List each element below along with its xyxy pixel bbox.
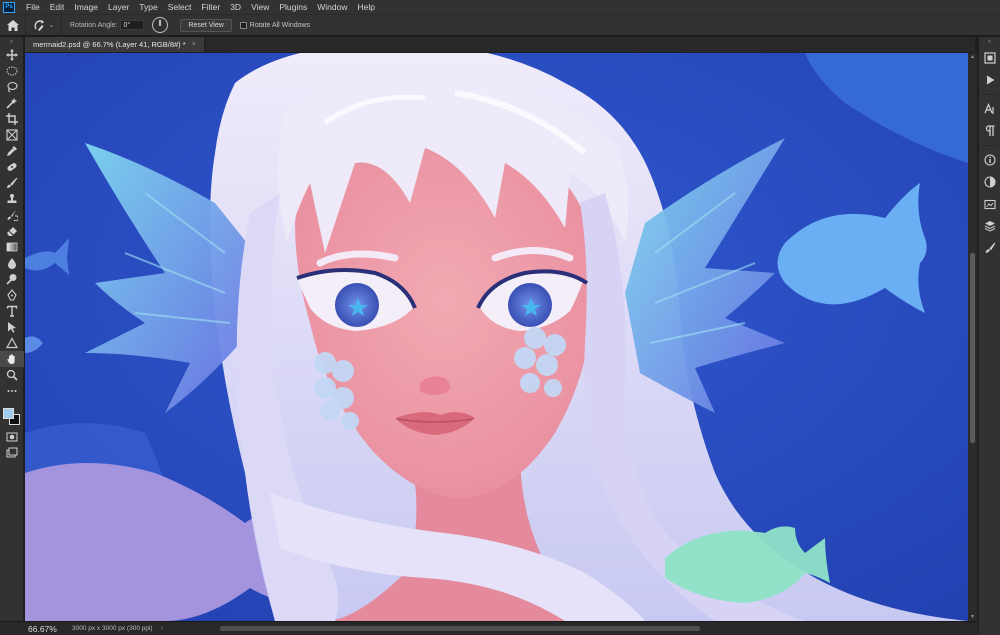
quick-select-icon[interactable] (0, 95, 24, 111)
brush-icon[interactable] (0, 175, 24, 191)
photoshop-logo: Ps (3, 1, 15, 13)
dodge-icon[interactable] (0, 271, 24, 287)
menu-type[interactable]: Type (134, 0, 162, 14)
rotate-all-windows-checkbox[interactable] (239, 21, 247, 29)
menu-plugins[interactable]: Plugins (274, 0, 312, 14)
tool-preset-picker[interactable]: ⌄ (26, 15, 62, 35)
brushes-panel-icon[interactable] (979, 237, 1000, 259)
document-tab-bar: mermaid2.psd @ 66.7% (Layer 41, RGB/8#) … (25, 37, 975, 52)
rotate-view-icon (34, 19, 44, 31)
chevron-down-icon: ⌄ (48, 22, 55, 29)
reset-view-button[interactable]: Reset View (180, 18, 232, 32)
menu-help[interactable]: Help (352, 0, 379, 14)
actions-panel-icon[interactable] (979, 69, 1000, 91)
eyedropper-icon[interactable] (0, 143, 24, 159)
scroll-down-icon[interactable]: ▼ (968, 613, 977, 621)
menu-select[interactable]: Select (163, 0, 197, 14)
foreground-color-swatch[interactable] (3, 408, 14, 419)
panel-divider (983, 94, 996, 95)
zoom-icon[interactable] (0, 367, 24, 383)
crop-icon[interactable] (0, 111, 24, 127)
document-tab[interactable]: mermaid2.psd @ 66.7% (Layer 41, RGB/8#) … (25, 37, 205, 52)
menu-filter[interactable]: Filter (196, 0, 225, 14)
home-icon[interactable] (0, 15, 26, 35)
menu-window[interactable]: Window (312, 0, 352, 14)
horizontal-scrollbar[interactable] (120, 625, 965, 632)
character-panel-icon[interactable] (979, 98, 1000, 120)
clone-stamp-icon[interactable] (0, 191, 24, 207)
paragraph-panel-icon[interactable] (979, 120, 1000, 142)
path-select-icon[interactable] (0, 319, 24, 335)
type-icon[interactable] (0, 303, 24, 319)
blur-icon[interactable] (0, 255, 24, 271)
adjustments-panel-icon[interactable] (979, 171, 1000, 193)
layers-panel-icon[interactable] (979, 215, 1000, 237)
color-swatches (0, 403, 23, 429)
hand-icon[interactable] (0, 351, 24, 367)
menu-view[interactable]: View (246, 0, 274, 14)
marquee-icon[interactable] (0, 63, 24, 79)
document-tab-title: mermaid2.psd @ 66.7% (Layer 41, RGB/8#) … (33, 40, 186, 49)
horizontal-scroll-thumb[interactable] (220, 626, 700, 631)
color-panel-icon[interactable] (979, 47, 1000, 69)
document-canvas[interactable] (25, 53, 968, 621)
menu-layer[interactable]: Layer (103, 0, 134, 14)
zoom-level[interactable]: 66.67% (0, 624, 68, 634)
scroll-up-icon[interactable]: ▲ (968, 53, 977, 61)
quick-mask-icon[interactable] (0, 429, 24, 445)
close-icon[interactable]: × (192, 41, 196, 48)
expand-panels-icon[interactable]: « (979, 37, 1000, 47)
move-icon[interactable] (0, 47, 24, 63)
frame-icon[interactable] (0, 127, 24, 143)
tools-panel: » (0, 37, 24, 621)
menu-image[interactable]: Image (69, 0, 103, 14)
vertical-scroll-thumb[interactable] (970, 253, 975, 443)
status-bar: 66.67% 3000 px x 3000 px (300 ppi) › (0, 621, 978, 635)
more-tools-icon[interactable] (0, 383, 24, 399)
rotation-dial-icon[interactable] (152, 17, 169, 33)
healing-brush-icon[interactable] (0, 159, 24, 175)
pen-icon[interactable] (0, 287, 24, 303)
menu-3d[interactable]: 3D (225, 0, 246, 14)
lasso-icon[interactable] (0, 79, 24, 95)
menu-file[interactable]: File (21, 0, 45, 14)
rotation-angle-input[interactable] (120, 20, 145, 30)
rotate-all-windows-label: Rotate All Windows (249, 21, 311, 29)
eraser-icon[interactable] (0, 223, 24, 239)
rotation-angle-label: Rotation Angle: (70, 21, 118, 29)
collapse-toolbar-icon[interactable]: » (0, 37, 23, 47)
right-panel-dock: « (978, 37, 1000, 635)
gradient-icon[interactable] (0, 239, 24, 255)
history-brush-icon[interactable] (0, 207, 24, 223)
options-bar: ⌄ Rotation Angle: Reset View Rotate All … (0, 14, 1000, 36)
menu-bar: Ps File Edit Image Layer Type Select Fil… (0, 0, 1000, 14)
libraries-panel-icon[interactable] (979, 193, 1000, 215)
properties-panel-icon[interactable] (979, 149, 1000, 171)
vertical-scrollbar[interactable]: ▲ ▼ (968, 53, 977, 621)
menu-edit[interactable]: Edit (45, 0, 70, 14)
panel-divider (983, 145, 996, 146)
rotate-all-windows-option[interactable]: Rotate All Windows (239, 21, 311, 29)
screen-mode-icon[interactable] (0, 445, 24, 461)
shape-icon[interactable] (0, 335, 24, 351)
artwork-image (25, 53, 968, 621)
